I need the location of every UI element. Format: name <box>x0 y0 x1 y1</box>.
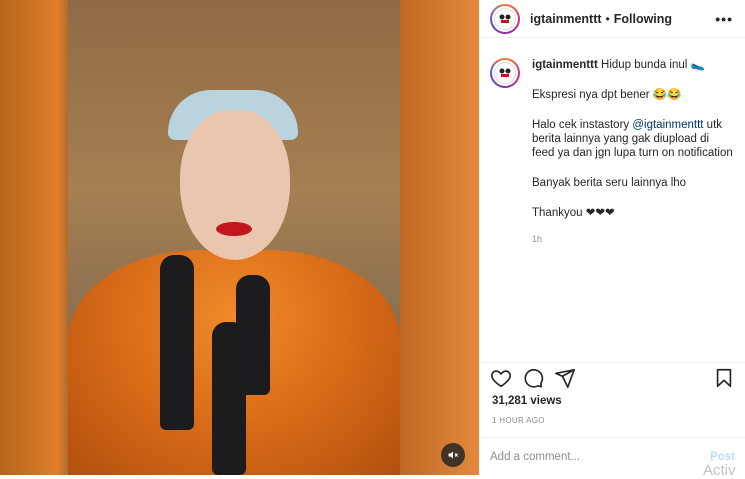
caption-line: Thankyou ❤❤❤ <box>532 207 615 219</box>
more-options-button[interactable]: ••• <box>715 11 733 27</box>
view-count[interactable]: 31,281 views <box>492 395 562 407</box>
avatar[interactable] <box>490 58 520 88</box>
post-media-video[interactable] <box>0 0 479 475</box>
heart-icon[interactable] <box>490 367 512 389</box>
action-bar <box>480 362 745 392</box>
post-comment-button[interactable]: Post <box>710 451 735 463</box>
face <box>180 110 290 260</box>
following-button[interactable]: Following <box>614 12 672 26</box>
caption-block: igtainmenttt Hidup bunda inul 🥿 Ekspresi… <box>480 38 745 246</box>
share-icon[interactable] <box>554 367 576 389</box>
microphone <box>212 322 246 475</box>
post-side-panel: igtainmenttt • Following ••• igtainmentt… <box>479 0 745 479</box>
speaker-muted-icon <box>448 451 458 459</box>
activate-windows-watermark: Activ <box>703 462 736 479</box>
caption-line: Hidup bunda inul 🥿 <box>601 59 705 71</box>
caption-timestamp[interactable]: 1h <box>532 232 733 246</box>
mention-link[interactable]: @igtainmenttt <box>632 119 703 131</box>
caption-text: igtainmenttt Hidup bunda inul 🥿 Ekspresi… <box>532 58 733 246</box>
bookmark-icon[interactable] <box>713 367 735 389</box>
lips <box>216 222 252 236</box>
caption-line: Halo cek instastory <box>532 119 633 131</box>
mute-button[interactable] <box>441 443 465 467</box>
avatar[interactable] <box>490 3 520 34</box>
caption-line: Banyak berita seru lainnya lho <box>532 177 687 189</box>
caption-line: Ekspresi nya dpt bener 😂😂 <box>532 89 682 101</box>
post-header: igtainmenttt • Following ••• <box>480 0 745 38</box>
profile-logo-icon <box>499 14 511 23</box>
post-timestamp[interactable]: 1 HOUR AGO <box>492 416 545 425</box>
microphone <box>160 255 194 430</box>
profile-logo-icon <box>499 68 511 77</box>
caption-username-link[interactable]: igtainmenttt <box>532 59 598 71</box>
separator-dot: • <box>605 11 610 26</box>
header-username-link[interactable]: igtainmenttt <box>530 12 602 26</box>
comment-icon[interactable] <box>522 367 544 389</box>
comment-input[interactable]: Add a comment... <box>490 451 580 463</box>
